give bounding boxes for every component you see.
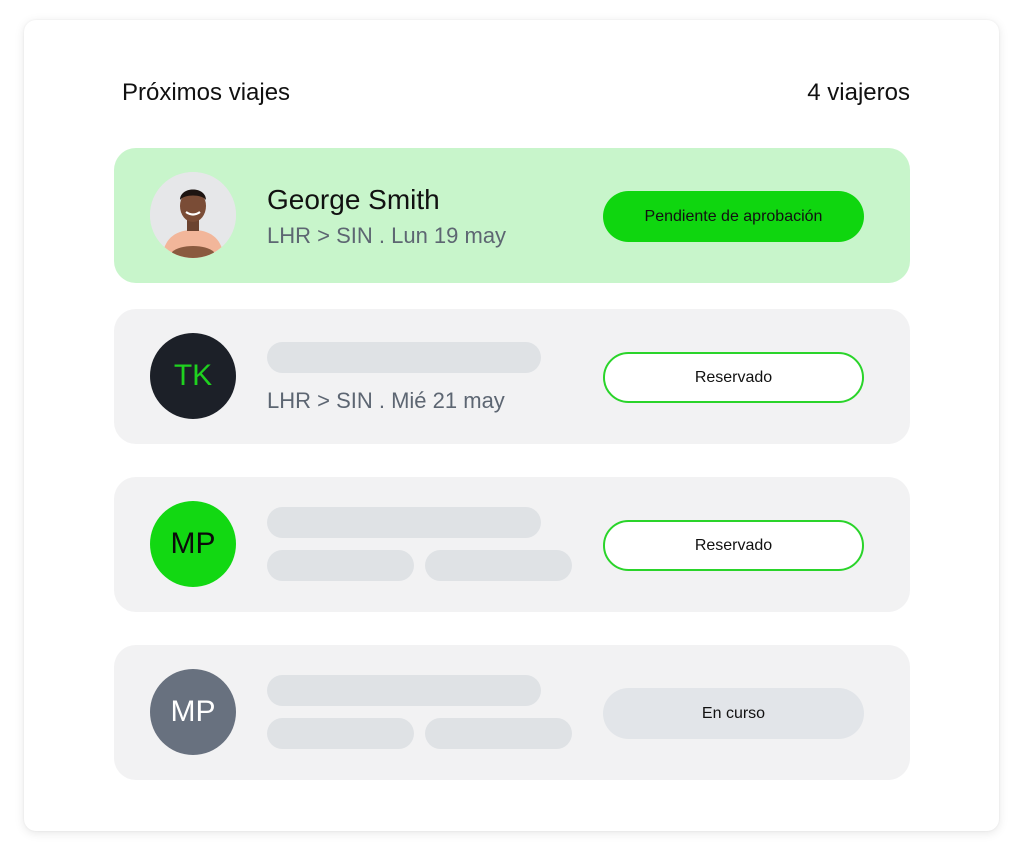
status-badge[interactable]: Reservado [603,352,864,403]
status-badge[interactable]: Pendiente de aprobación [603,191,864,242]
section-title: Próximos viajes [122,79,291,106]
avatar: MP [150,501,236,587]
upcoming-trips-card: Próximos viajes 4 viajeros George Smith … [24,20,999,831]
trip-row[interactable]: George Smith LHR > SIN . Lun 19 may Pend… [114,148,910,283]
trip-row[interactable]: TK LHR > SIN . Mié 21 may Reservado [114,309,910,444]
name-placeholder [267,675,541,706]
avatar: MP [150,669,236,755]
traveler-photo [150,172,236,258]
date-placeholder [425,550,572,581]
card-header: Próximos viajes 4 viajeros [122,78,910,108]
name-placeholder [267,342,541,373]
trip-route: LHR > SIN . Mié 21 may [267,388,505,413]
date-placeholder [425,718,572,749]
name-placeholder [267,507,541,538]
route-placeholder [267,718,414,749]
route-placeholder [267,550,414,581]
status-badge[interactable]: En curso [603,688,864,739]
status-badge[interactable]: Reservado [603,520,864,571]
trip-row[interactable]: MP En curso [114,645,910,780]
traveler-name: George Smith [267,184,440,215]
trip-row[interactable]: MP Reservado [114,477,910,612]
avatar [150,172,236,258]
trip-route: LHR > SIN . Lun 19 may [267,223,507,248]
traveler-count: 4 viajeros [807,79,910,106]
avatar: TK [150,333,236,419]
